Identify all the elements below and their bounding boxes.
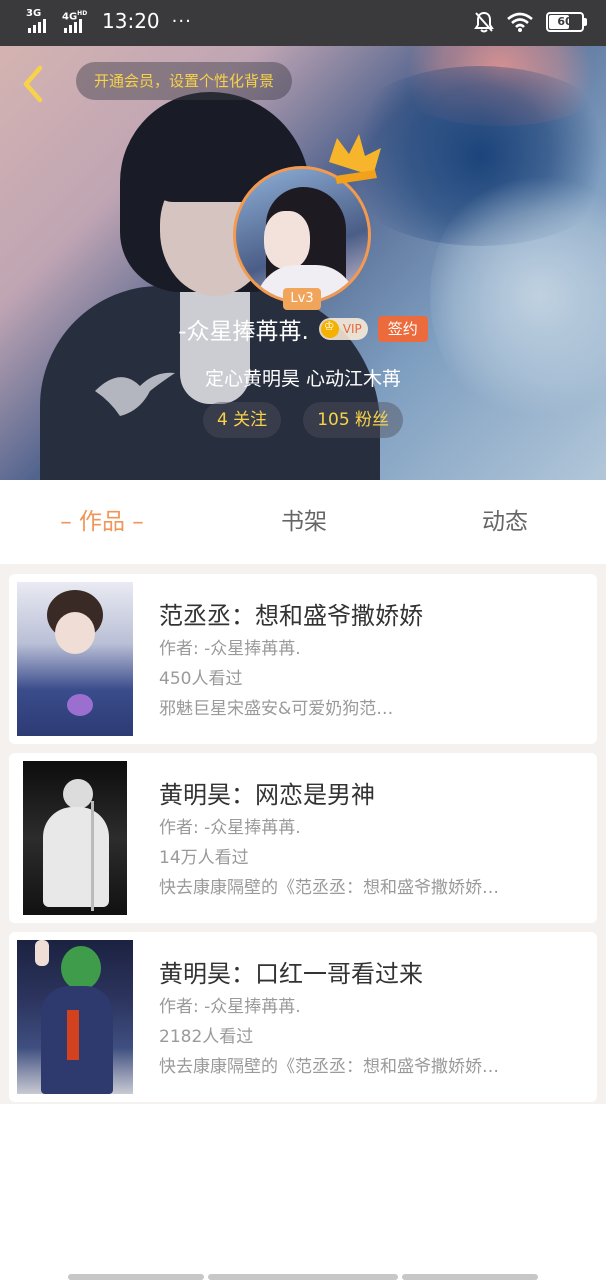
level-badge: Lv3 — [283, 288, 321, 310]
back-arrow-icon[interactable] — [18, 64, 50, 104]
list-item[interactable]: 范丞丞：想和盛爷撒娇娇 作者: -众星捧苒苒. 450人看过 邪魅巨星宋盛安&可… — [9, 574, 597, 744]
vip-crown-icon — [320, 319, 339, 338]
avatar-container[interactable]: Lv3 — [233, 134, 381, 310]
battery-level: 60 — [557, 15, 573, 28]
nav-bar-segment[interactable] — [402, 1274, 538, 1280]
vip-background-prompt[interactable]: 开通会员，设置个性化背景 — [76, 62, 293, 100]
work-title: 黄明昊：口红一哥看过来 — [159, 960, 423, 988]
book-cover-image — [23, 761, 127, 915]
work-views: 14万人看过 — [159, 848, 249, 868]
vip-label: VIP — [342, 322, 362, 336]
tab-bookshelf[interactable]: 书架 — [204, 480, 404, 564]
followers-count-button[interactable]: 105 粉丝 — [303, 402, 404, 438]
profile-tabs: – 作品 – 书架 动态 — [0, 480, 606, 564]
crown-icon — [329, 134, 381, 184]
tab-works[interactable]: – 作品 – — [0, 480, 204, 564]
nav-bar-segment[interactable] — [208, 1274, 398, 1280]
username-row: -众星捧苒苒. VIP 签约 — [0, 312, 606, 346]
book-cover-image — [17, 940, 133, 1094]
work-author: 作者: -众星捧苒苒. — [159, 818, 301, 838]
following-count-button[interactable]: 4 关注 — [202, 402, 282, 438]
work-title: 范丞丞：想和盛爷撒娇娇 — [159, 602, 423, 630]
work-description: 快去康康隔壁的《范丞丞：想和盛爷撒娇娇… — [159, 878, 499, 898]
signal-4g-icon: 4GHD — [62, 9, 90, 33]
profile-header: 开通会员，设置个性化背景 Lv3 -众星捧苒苒. VIP 签约 定心黄明昊 心动… — [0, 46, 606, 480]
work-author: 作者: -众星捧苒苒. — [159, 639, 301, 659]
signed-author-badge: 签约 — [377, 316, 428, 342]
battery-icon: 60 — [546, 12, 587, 32]
user-bio: 定心黄明昊 心动江木苒 — [204, 368, 402, 390]
book-cover-image — [17, 582, 133, 736]
nav-bar-segment[interactable] — [68, 1274, 204, 1280]
work-description: 快去康康隔壁的《范丞丞：想和盛爷撒娇娇… — [159, 1057, 499, 1077]
wifi-icon — [507, 12, 533, 32]
work-title: 黄明昊：网恋是男神 — [159, 781, 375, 809]
signal-3g-icon: 3G — [26, 9, 54, 33]
username: -众星捧苒苒. — [178, 319, 309, 345]
follow-stats: 4 关注 105 粉丝 — [0, 402, 606, 438]
more-notifications-icon: ··· — [171, 10, 192, 32]
status-bar: 3G 4GHD 13:20 ··· 60 — [0, 0, 606, 46]
work-views: 2182人看过 — [159, 1027, 254, 1047]
mute-bell-icon — [474, 11, 494, 33]
works-list: 范丞丞：想和盛爷撒娇娇 作者: -众星捧苒苒. 450人看过 邪魅巨星宋盛安&可… — [0, 564, 606, 1104]
network-3g-label: 3G — [26, 8, 42, 19]
work-author: 作者: -众星捧苒苒. — [159, 997, 301, 1017]
work-description: 邪魅巨星宋盛安&可爱奶狗范… — [159, 699, 394, 719]
clock: 13:20 — [102, 9, 160, 33]
vip-badge[interactable]: VIP — [318, 318, 368, 340]
network-hd-label: HD — [77, 10, 88, 17]
work-views: 450人看过 — [159, 669, 243, 689]
tab-activity[interactable]: 动态 — [404, 480, 606, 564]
list-item[interactable]: 黄明昊：口红一哥看过来 作者: -众星捧苒苒. 2182人看过 快去康康隔壁的《… — [9, 932, 597, 1102]
list-item[interactable]: 黄明昊：网恋是男神 作者: -众星捧苒苒. 14万人看过 快去康康隔壁的《范丞丞… — [9, 753, 597, 923]
